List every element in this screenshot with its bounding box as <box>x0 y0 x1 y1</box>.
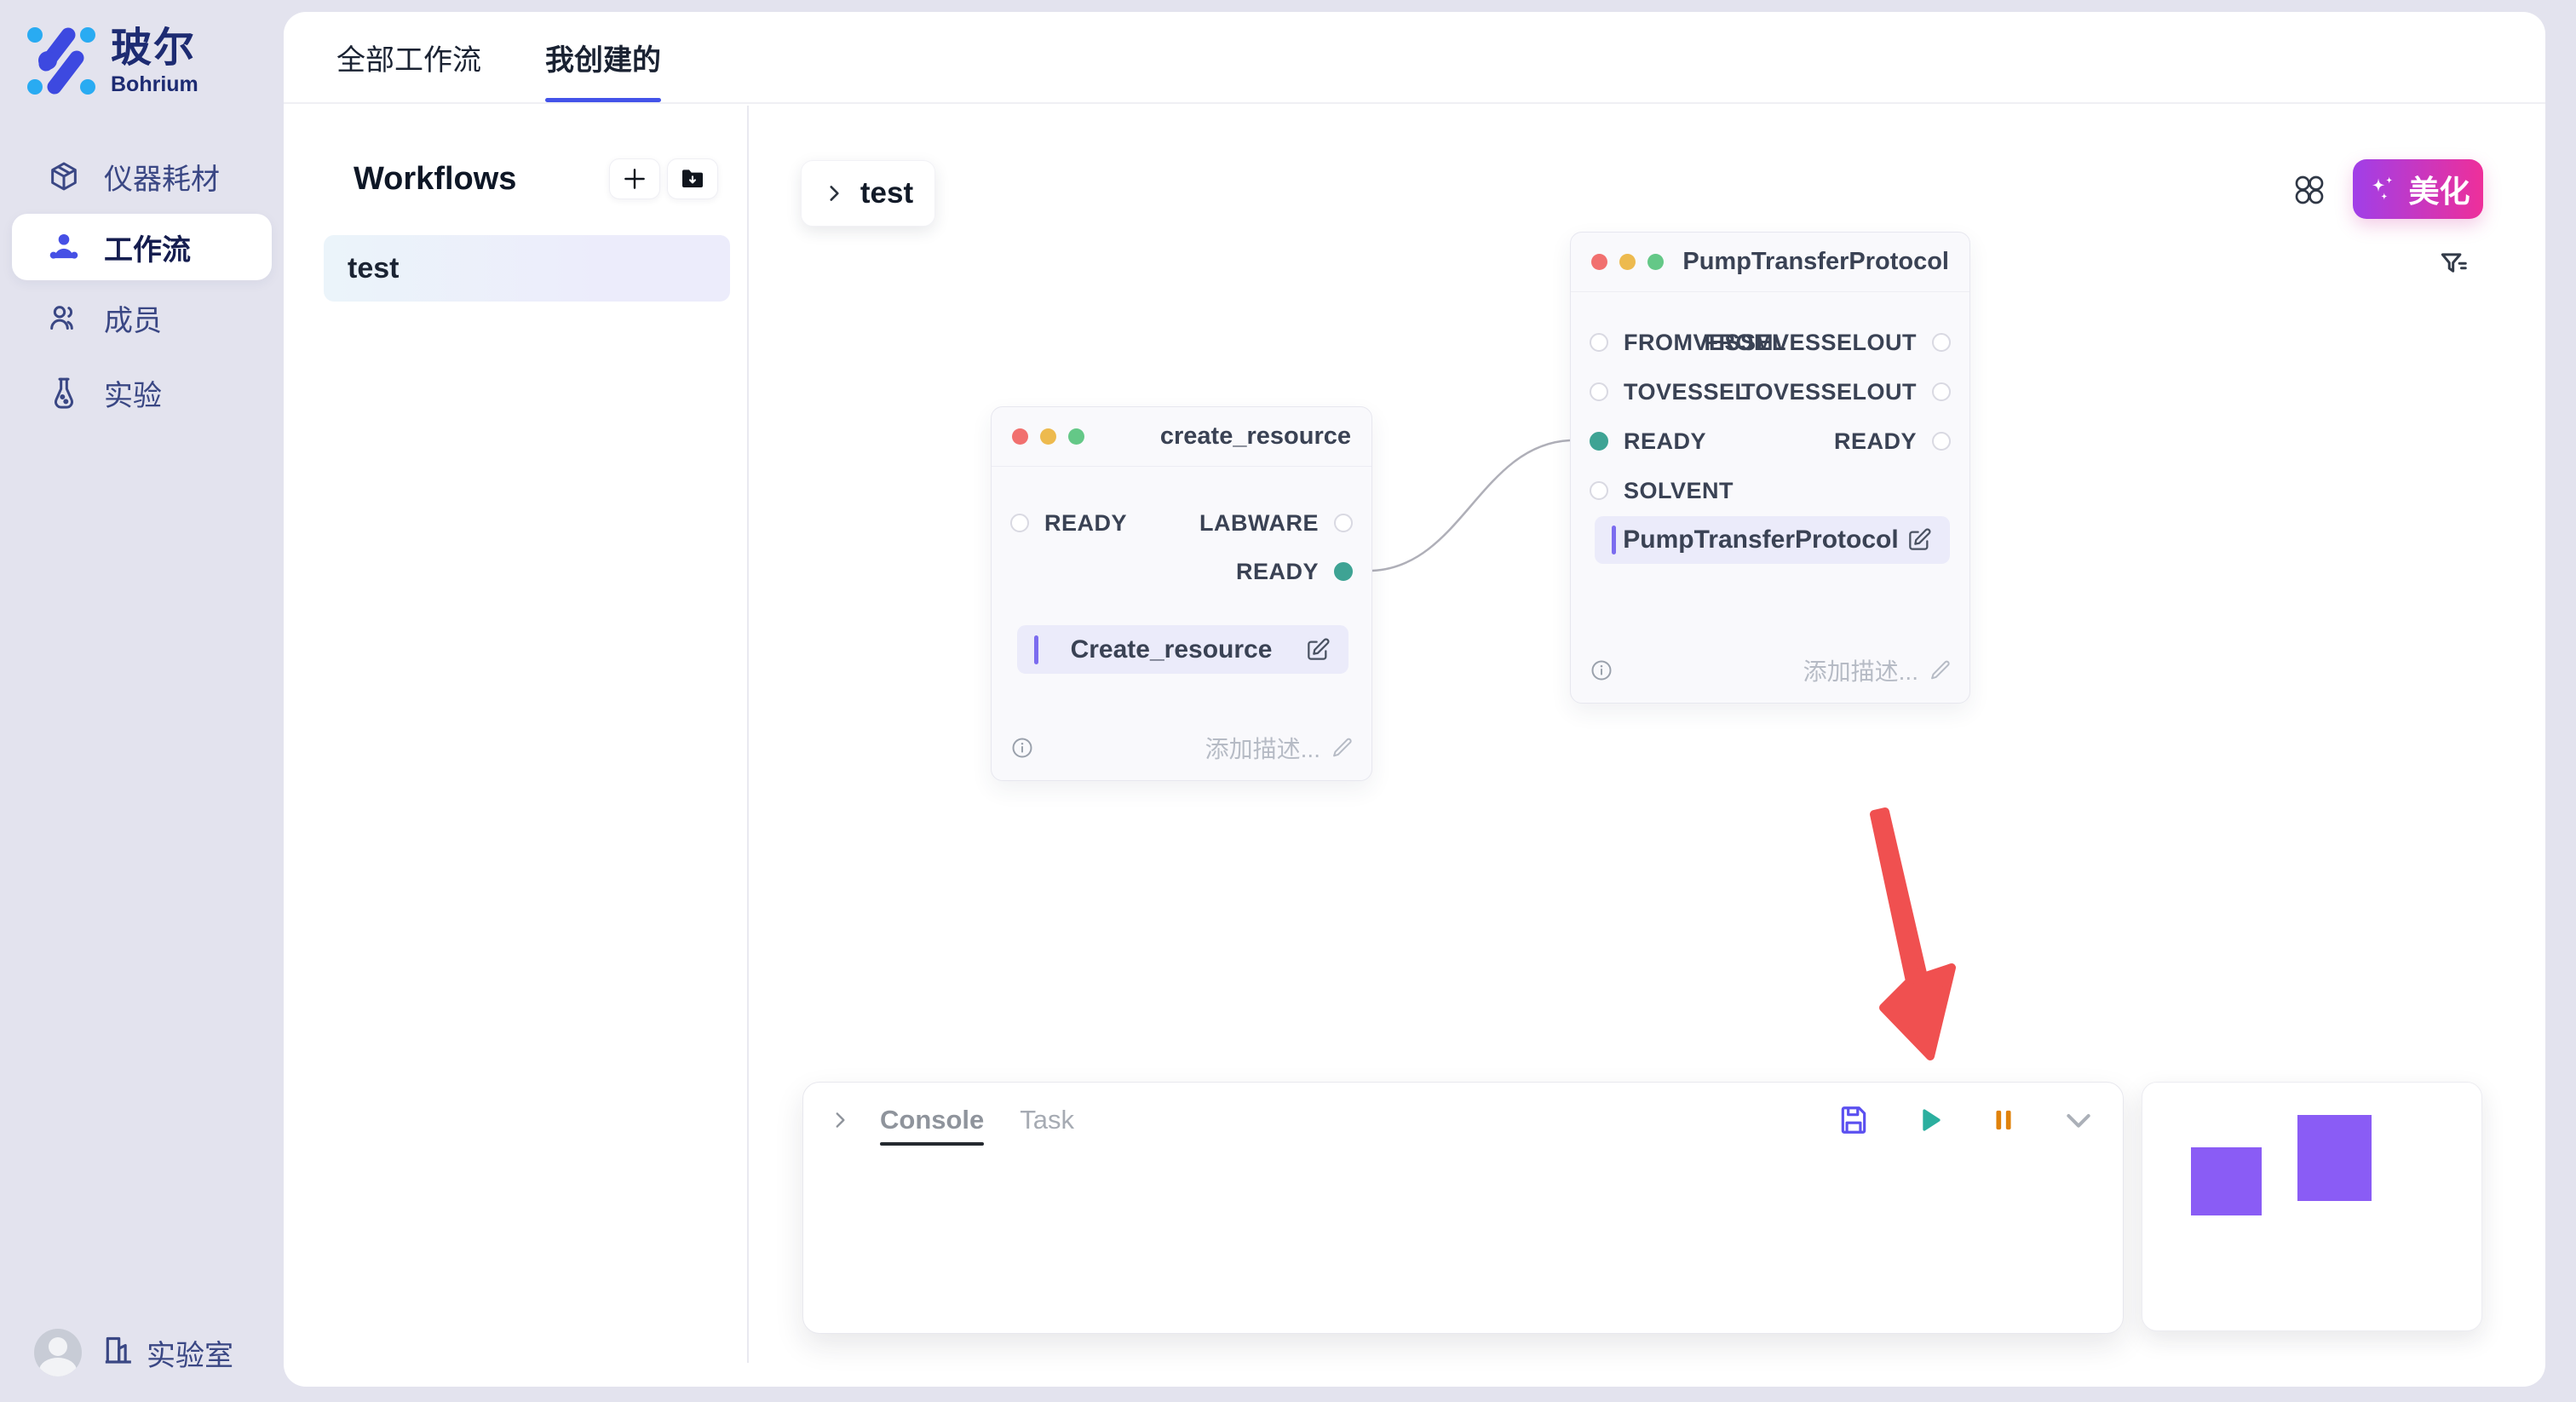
sidebar-item-label: 工作流 <box>104 227 191 268</box>
port-in-tovessel[interactable]: TOVESSEL <box>1590 380 1750 404</box>
port-circle[interactable] <box>1590 333 1608 352</box>
tab-all-workflows[interactable]: 全部工作流 <box>336 12 481 102</box>
task-tab[interactable]: Task <box>1020 1105 1074 1135</box>
port-in-ready[interactable]: READY <box>1010 511 1127 535</box>
node-action-create-resource[interactable]: Create_resource <box>1017 625 1348 674</box>
experiment-icon <box>46 375 82 411</box>
breadcrumb-label: test <box>860 176 913 210</box>
window-dots-icon <box>1591 254 1664 270</box>
edit-icon[interactable] <box>1304 636 1331 664</box>
node-pump-transfer-protocol[interactable]: PumpTransferProtocol FROMVESSEL TOVESSEL… <box>1570 232 1970 704</box>
members-icon <box>46 300 82 336</box>
port-in-solvent[interactable]: SOLVENT <box>1590 479 1734 503</box>
port-circle-connected[interactable] <box>1590 432 1608 451</box>
port-circle[interactable] <box>1590 382 1608 401</box>
pencil-icon <box>1331 736 1354 760</box>
save-button[interactable] <box>1835 1101 1872 1139</box>
collapse-panel-button[interactable] <box>2060 1101 2097 1139</box>
brand-name-zh: 玻尔 <box>111 26 198 72</box>
panel-divider <box>747 106 749 1363</box>
building-icon <box>101 1332 135 1374</box>
tab-my-created[interactable]: 我创建的 <box>545 12 661 102</box>
canvas-breadcrumb[interactable]: test <box>801 160 935 227</box>
port-circle[interactable] <box>1590 481 1608 500</box>
workflow-people-icon <box>46 229 82 265</box>
window-dots-icon <box>1012 428 1084 445</box>
filter-button[interactable] <box>2435 245 2472 283</box>
port-out-tovesselout[interactable]: TOVESSELOUT <box>1741 380 1951 404</box>
brand-logo: 玻尔 Bohrium <box>26 24 198 100</box>
node-title: PumpTransferProtocol <box>1682 248 1949 276</box>
sidebar-nav: 仪器耗材 工作流 成员 <box>0 139 284 430</box>
sidebar-item-workflows[interactable]: 工作流 <box>12 214 272 280</box>
node-header: create_resource <box>992 407 1371 467</box>
pause-button[interactable] <box>1985 1101 2022 1139</box>
chevron-down-icon <box>2061 1103 2096 1137</box>
add-workflow-button[interactable] <box>609 158 660 199</box>
port-out-ready[interactable]: READY <box>1834 429 1951 453</box>
port-circle[interactable] <box>1932 382 1951 401</box>
command-palette-button[interactable] <box>2290 170 2329 210</box>
command-icon <box>2292 173 2326 207</box>
info-icon[interactable] <box>1590 658 1613 682</box>
workspace-label: 实验室 <box>147 1332 233 1374</box>
node-title: create_resource <box>1160 422 1351 451</box>
save-icon <box>1837 1104 1870 1136</box>
port-circle-connected[interactable] <box>1334 562 1353 581</box>
sidebar-item-members[interactable]: 成员 <box>0 280 284 355</box>
package-icon <box>46 158 82 194</box>
port-circle[interactable] <box>1932 333 1951 352</box>
beautify-label: 美化 <box>2408 167 2470 211</box>
import-folder-button[interactable] <box>667 158 718 199</box>
user-avatar[interactable] <box>34 1329 82 1376</box>
port-circle[interactable] <box>1932 432 1951 451</box>
port-in-ready[interactable]: READY <box>1590 429 1706 453</box>
edit-icon[interactable] <box>1906 526 1933 554</box>
add-description-button[interactable]: 添加描述... <box>1205 731 1354 765</box>
node-header: PumpTransferProtocol <box>1571 233 1969 292</box>
port-out-labware[interactable]: LABWARE <box>1199 511 1353 535</box>
sparkles-icon <box>2366 173 2398 205</box>
add-description-button[interactable]: 添加描述... <box>1803 653 1952 687</box>
node-action-pump-transfer-protocol[interactable]: PumpTransferProtocol <box>1595 516 1950 564</box>
bohrium-logo-icon <box>26 24 97 100</box>
folder-download-icon <box>679 165 706 192</box>
console-collapse-chevron-icon[interactable] <box>829 1109 851 1131</box>
sidebar-item-label: 实验 <box>104 372 162 414</box>
workflow-list-item-test[interactable]: test <box>324 235 730 302</box>
beautify-button[interactable]: 美化 <box>2353 159 2483 219</box>
workspace-switcher[interactable]: 实验室 <box>101 1332 233 1374</box>
node-create-resource[interactable]: create_resource READY LABWARE READY Crea… <box>991 406 1372 781</box>
minimap-node <box>2297 1115 2372 1201</box>
console-panel: Console Task <box>802 1082 2124 1334</box>
pencil-icon <box>1929 658 1952 682</box>
port-out-fromvesselout[interactable]: FROMVESSELOUT <box>1704 330 1951 354</box>
port-circle[interactable] <box>1010 514 1029 532</box>
play-icon <box>1912 1103 1946 1137</box>
port-out-ready[interactable]: READY <box>1236 560 1353 583</box>
console-tab[interactable]: Console <box>880 1105 984 1135</box>
info-icon[interactable] <box>1010 736 1034 760</box>
sidebar-item-experiments[interactable]: 实验 <box>0 355 284 430</box>
plus-icon <box>621 165 648 192</box>
minimap-node <box>2191 1147 2262 1215</box>
sidebar-item-label: 成员 <box>104 297 162 339</box>
workflows-panel-title: Workflows <box>354 161 516 198</box>
run-button[interactable] <box>1910 1101 1947 1139</box>
chevron-right-icon <box>823 182 845 204</box>
port-circle[interactable] <box>1334 514 1353 532</box>
brand-name-en: Bohrium <box>111 72 198 97</box>
pause-icon <box>1987 1104 2020 1136</box>
sidebar-item-instruments[interactable]: 仪器耗材 <box>0 139 284 214</box>
filter-icon <box>2437 248 2470 280</box>
workflow-tabbar: 全部工作流 我创建的 <box>284 12 2545 104</box>
sidebar: 玻尔 Bohrium 仪器耗材 <box>0 0 284 1402</box>
sidebar-item-label: 仪器耗材 <box>104 156 220 198</box>
canvas-minimap[interactable] <box>2142 1082 2482 1331</box>
